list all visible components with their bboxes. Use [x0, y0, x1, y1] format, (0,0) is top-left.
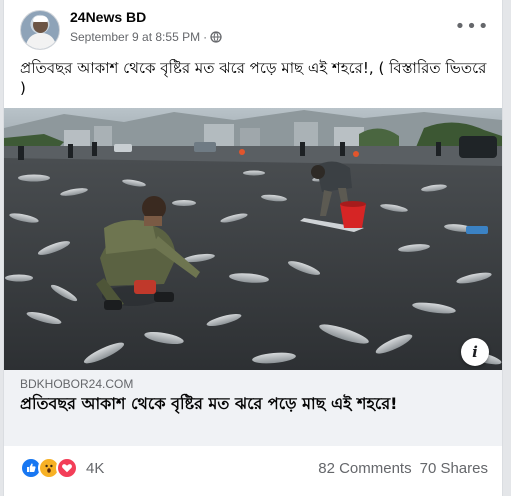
love-icon: [56, 457, 78, 479]
reaction-count: 4K: [86, 459, 105, 477]
link-preview[interactable]: BDKHOBOR24.COM প্রতিবছর আকাশ থেকে বৃষ্টি…: [4, 370, 502, 446]
more-options-button[interactable]: •••: [455, 14, 489, 38]
info-icon[interactable]: i: [461, 338, 489, 366]
post-header: 24News BD September 9 at 8:55 PM · •••: [4, 0, 502, 56]
page-name-link[interactable]: 24News BD: [70, 9, 146, 25]
engagement-bar: 4K 82 Comments 70 Shares: [4, 448, 502, 488]
page-avatar[interactable]: [20, 10, 60, 50]
post-photo[interactable]: i: [4, 108, 502, 370]
comments-count-link[interactable]: 82 Comments: [318, 460, 411, 477]
post-stats: 82 Comments 70 Shares: [318, 460, 488, 477]
reaction-summary[interactable]: 4K: [20, 457, 104, 479]
post-meta: September 9 at 8:55 PM ·: [70, 30, 222, 44]
meta-separator: ·: [203, 30, 208, 44]
post-text: প্রতিবছর আকাশ থেকে বৃষ্টির মত ঝরে পড়ে ম…: [20, 59, 492, 97]
globe-icon[interactable]: [210, 31, 222, 43]
post-timestamp[interactable]: September 9 at 8:55 PM: [70, 30, 200, 44]
link-title[interactable]: প্রতিবছর আকাশ থেকে বৃষ্টির মত ঝরে পড়ে ম…: [20, 393, 488, 414]
shares-count-link[interactable]: 70 Shares: [420, 460, 488, 477]
link-domain: BDKHOBOR24.COM: [20, 377, 134, 391]
post-card: 24News BD September 9 at 8:55 PM · ••• প…: [3, 0, 503, 496]
